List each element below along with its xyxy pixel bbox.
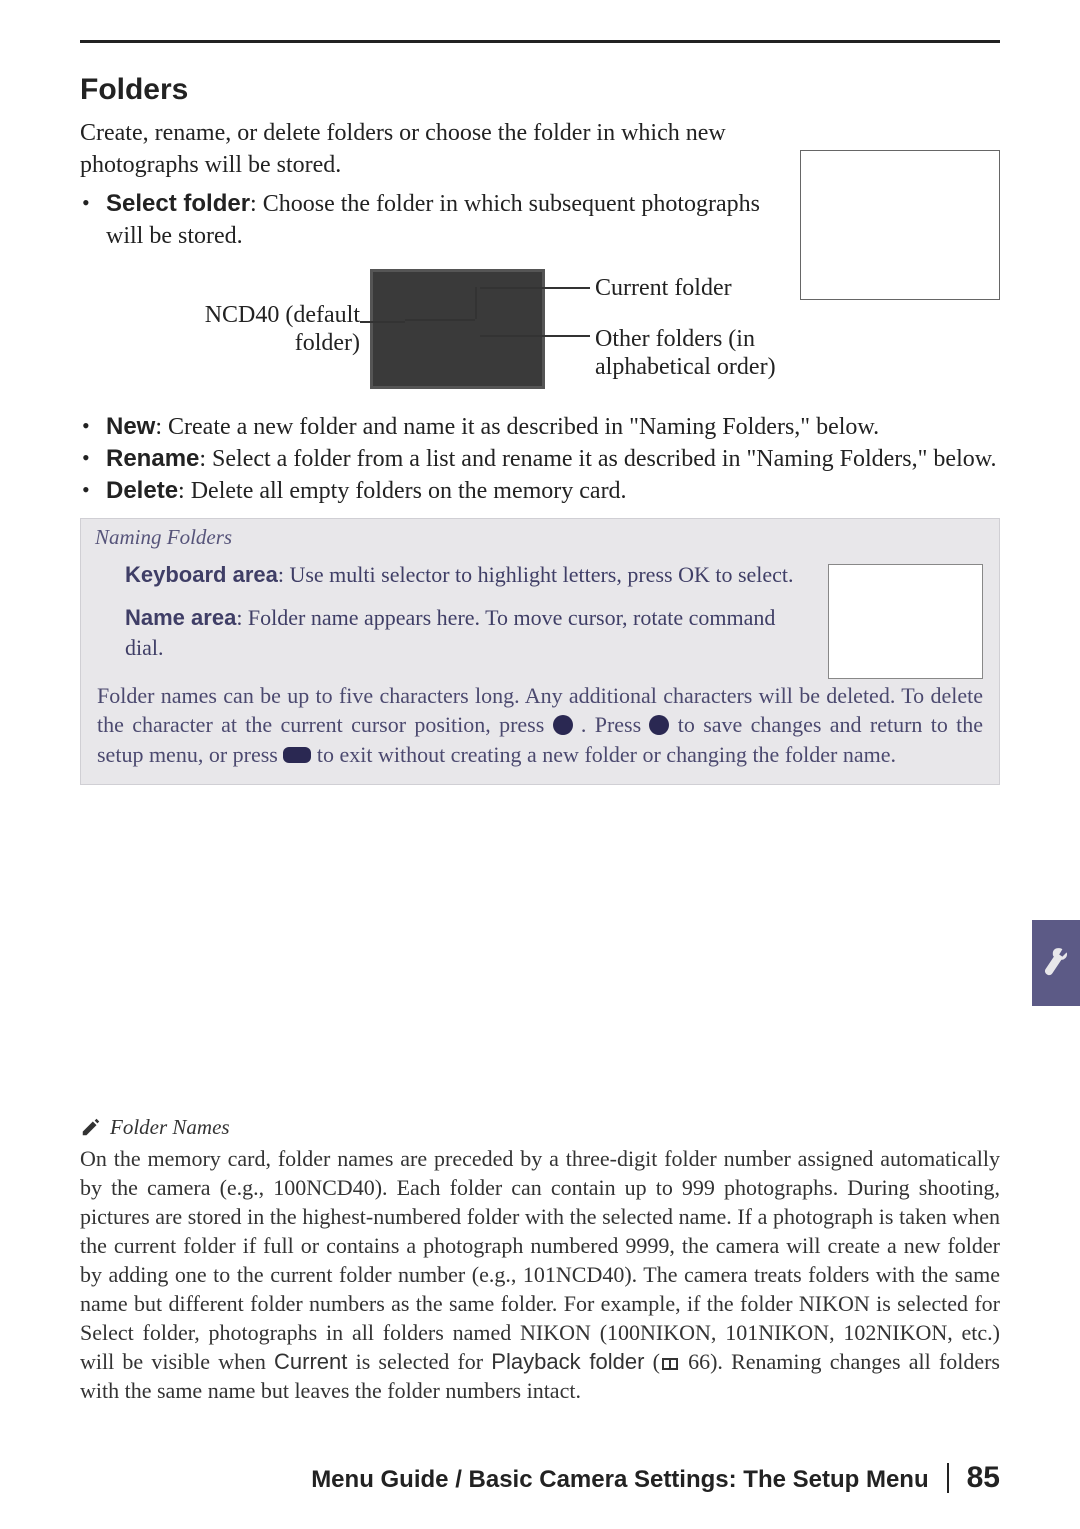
side-tab bbox=[1032, 920, 1080, 1006]
bullet-rename: Rename: Select a folder from a list and … bbox=[80, 443, 1000, 475]
bullet-select-folder: Select folder: Choose the folder in whic… bbox=[80, 188, 800, 253]
bullet-new: New: Create a new folder and name it as … bbox=[80, 411, 1000, 443]
footnote-title: Folder Names bbox=[110, 1115, 230, 1140]
footer-page-number: 85 bbox=[967, 1461, 1000, 1495]
section-heading: Folders bbox=[80, 73, 1000, 107]
naming-row2-label: Name area bbox=[125, 605, 236, 630]
zoom-icon bbox=[649, 715, 669, 735]
footnote-current: Current bbox=[274, 1349, 347, 1374]
footnote-body-pre: On the memory card, folder names are pre… bbox=[80, 1146, 1000, 1374]
footer-divider bbox=[947, 1463, 949, 1493]
bullet-label: Rename bbox=[106, 445, 199, 472]
diagram-line bbox=[480, 287, 590, 289]
top-rule bbox=[80, 40, 1000, 43]
bullet-label: Select folder bbox=[106, 190, 250, 217]
page-footer: Menu Guide / Basic Camera Settings: The … bbox=[311, 1461, 1000, 1495]
footer-title: Menu Guide / Basic Camera Settings: The … bbox=[311, 1466, 928, 1494]
diagram-right-label-1: Current folder bbox=[595, 275, 732, 302]
bullet-label: New bbox=[106, 413, 155, 440]
naming-footer: Folder names can be up to five character… bbox=[95, 681, 985, 770]
naming-screenshot bbox=[828, 564, 983, 679]
bullet-list-mid: New: Create a new folder and name it as … bbox=[80, 411, 1000, 508]
naming-title: Naming Folders bbox=[95, 525, 985, 550]
wrench-icon bbox=[1043, 946, 1069, 980]
menu-icon bbox=[283, 747, 311, 763]
naming-folders-box: Naming Folders Keyboard area: Use multi … bbox=[80, 518, 1000, 785]
pencil-icon bbox=[80, 1116, 102, 1138]
naming-text: Keyboard area: Use multi selector to hig… bbox=[95, 560, 814, 677]
bullet-text: : Delete all empty folders on the memory… bbox=[178, 478, 627, 504]
bullet-delete: Delete: Delete all empty folders on the … bbox=[80, 475, 1000, 507]
diagram-line bbox=[405, 319, 475, 321]
folder-diagram: NCD40 (default folder) Current folder Ot… bbox=[80, 269, 1000, 399]
intro-text: Create, rename, or delete folders or cho… bbox=[80, 117, 800, 182]
bullet-text: : Create a new folder and name it as des… bbox=[155, 414, 879, 440]
footnote-body: On the memory card, folder names are pre… bbox=[80, 1144, 1000, 1405]
page-reference-icon bbox=[660, 1356, 680, 1372]
footnote-playback-folder: Playback folder bbox=[491, 1349, 644, 1374]
naming-footer-end: to exit without creating a new folder or… bbox=[317, 742, 896, 767]
bullet-text: : Select a folder from a list and rename… bbox=[199, 446, 996, 472]
naming-footer-mid: . Press bbox=[581, 712, 650, 737]
diagram-line bbox=[475, 287, 477, 319]
trash-icon bbox=[553, 715, 573, 735]
diagram-left-label: NCD40 (default folder) bbox=[150, 301, 360, 359]
footnote-body-mid: is selected for bbox=[356, 1349, 492, 1374]
diagram-line bbox=[480, 335, 590, 337]
naming-row1-text: : Use multi selector to highlight letter… bbox=[278, 562, 794, 587]
naming-row1-label: Keyboard area bbox=[125, 562, 278, 587]
diagram-right-label-2: Other folders (in alphabetical order) bbox=[595, 325, 855, 383]
footnote-header: Folder Names bbox=[80, 1115, 1000, 1140]
diagram-line bbox=[360, 321, 405, 323]
footnote-ref-open: ( bbox=[653, 1349, 660, 1374]
bullet-label: Delete bbox=[106, 477, 178, 504]
